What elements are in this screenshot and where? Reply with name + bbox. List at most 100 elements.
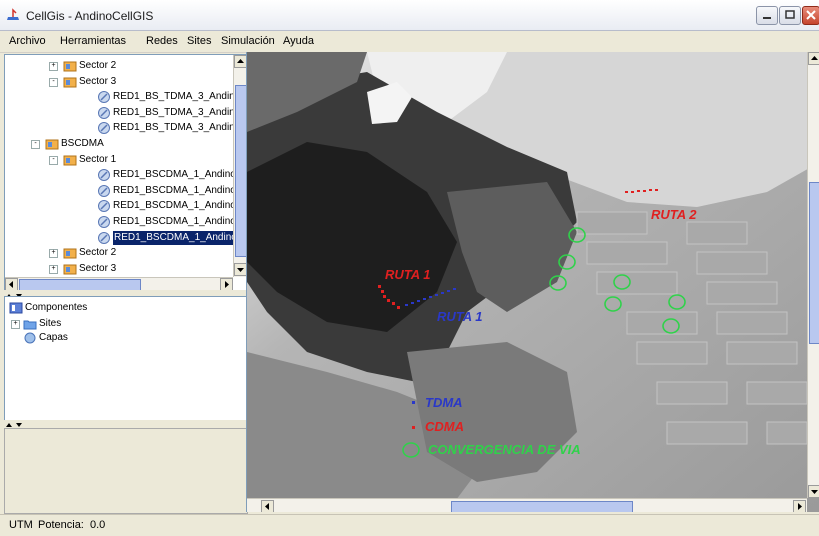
expand-icon[interactable]: + [49, 62, 58, 71]
arrow-up-icon [237, 59, 244, 63]
tree-row-label: Sector 2 [79, 60, 117, 71]
sector-icon [63, 264, 77, 275]
arrow-left-icon [9, 281, 13, 288]
tree-row[interactable]: RED1_BSCDMA_1_AndinoU [5, 215, 243, 229]
sites-label: Sites [39, 318, 62, 329]
map-scroll-down-button[interactable] [808, 485, 819, 498]
map-horizontal-scrollbar[interactable] [247, 498, 807, 512]
tree-row-label: Sector 3 [79, 262, 117, 274]
tree-row-label: RED1_BSCDMA_1_AndinoU [113, 216, 244, 227]
menu-ayuda[interactable]: Ayuda [283, 35, 314, 47]
map-scroll-left-button[interactable] [261, 500, 274, 512]
tree-row-label: Sector 3 [79, 75, 117, 87]
menu-bar: Archivo Herramientas Redes Sites Simulac… [0, 31, 819, 53]
tree-row[interactable]: RED1_BSCDMA_1_AndinoU [5, 184, 243, 198]
components-icon [9, 302, 23, 314]
tree-row[interactable]: RED1_BSCDMA_1_AndinoU [5, 168, 243, 182]
expand-icon[interactable]: + [49, 264, 58, 274]
sector-icon [63, 248, 77, 259]
app-icon [7, 8, 19, 20]
tree-row[interactable]: RED1_BSCDMA_1_AndinoU [5, 230, 246, 245]
menu-sites[interactable]: Sites [187, 35, 211, 47]
collapse-icon[interactable]: - [49, 77, 58, 87]
components-label: Componentes [25, 302, 88, 313]
antenna-icon [98, 184, 110, 197]
map-vertical-scrollbar[interactable] [807, 52, 819, 498]
sector-icon [63, 61, 77, 72]
minimize-icon [763, 17, 771, 19]
tree-row[interactable]: RED1_BSCDMA_1_AndinoU [5, 199, 243, 213]
ruta2-label: RUTA 2 [651, 207, 697, 222]
map-scroll-up-button[interactable] [808, 52, 819, 65]
tree-row-label: Sector 1 [79, 153, 117, 165]
map-vscroll-thumb[interactable] [809, 182, 819, 344]
arrow-down-icon [237, 268, 244, 272]
components-item-capas[interactable]: Capas [9, 331, 239, 345]
map-view[interactable]: RUTA 2 RUTA 1 RUTA 1 TDMA CDMA CONVERGEN… [246, 52, 819, 512]
map-scroll-right-button[interactable] [793, 500, 806, 512]
capas-label: Capas [39, 332, 68, 343]
tree-row-label: Sector 2 [79, 247, 117, 259]
legend-cdma-marker [412, 426, 415, 429]
properties-panel [4, 428, 248, 514]
menu-archivo[interactable]: Archivo [9, 35, 46, 47]
antenna-icon [98, 122, 110, 135]
sector-icon [63, 155, 77, 166]
tree-row-label: RED1_BS_TDMA_3_Andino [113, 122, 241, 134]
potencia-value: 0.0 [90, 519, 106, 531]
expand-sites-icon[interactable]: + [11, 320, 20, 329]
tree-row[interactable]: - Sector 3 [5, 75, 233, 89]
title-bar: CellGis - AndinoCellGIS [0, 0, 819, 31]
tree-row-label: RED1_BSCDMA_1_AndinoU [113, 184, 244, 196]
menu-simulacion[interactable]: Simulación [221, 35, 275, 47]
antenna-icon [98, 91, 110, 104]
tree-row-label: RED1_BSCDMA_1_AndinoU [113, 200, 244, 212]
arrow-left-icon [265, 503, 269, 510]
maximize-button[interactable] [779, 6, 801, 25]
collapse-icon[interactable]: - [49, 155, 58, 165]
tree-row-label: RED1_BSCDMA_1_AndinoU [113, 169, 244, 181]
ruta1-label: RUTA 1 [385, 267, 431, 282]
tree-row[interactable]: + Sector 3 [5, 262, 233, 276]
antenna-icon [98, 200, 110, 213]
components-root[interactable]: Componentes [9, 301, 239, 315]
map-hscroll-thumb[interactable] [451, 501, 633, 512]
status-bar: UTM Potencia: 0.0 [0, 514, 819, 536]
legend-cdma-label: CDMA [425, 419, 464, 434]
collapse-icon[interactable]: - [31, 140, 40, 149]
tree-row[interactable]: RED1_BS_TDMA_3_Andino [5, 90, 240, 104]
tree-row[interactable]: - BSCDMA [5, 137, 233, 151]
projection-status: UTM [9, 519, 33, 531]
menu-redes[interactable]: Redes [146, 35, 178, 47]
tree-row[interactable]: + Sector 2 [5, 246, 233, 260]
arrow-up-icon [811, 56, 818, 60]
network-tree-panel: + Sector 2 - Sector 3 RED1_BS_TDMA_3_Andino R… [4, 54, 248, 292]
tree-vertical-scrollbar[interactable] [233, 55, 247, 277]
close-button[interactable] [802, 6, 819, 25]
close-icon [806, 10, 816, 20]
antenna-icon [98, 231, 110, 244]
layer-icon [24, 332, 36, 344]
tree-horizontal-scrollbar[interactable] [5, 277, 233, 291]
antenna-icon [98, 169, 110, 182]
tree-row[interactable]: RED1_BS_TDMA_3_Andino [5, 106, 240, 120]
arrow-right-icon [798, 503, 802, 510]
legend-tdma-label: TDMA [425, 395, 463, 410]
menu-herramientas[interactable]: Herramientas [60, 35, 126, 47]
tree-row-label: RED1_BSCDMA_1_AndinoU [113, 230, 246, 245]
potencia-label: Potencia: [38, 519, 84, 531]
legend-convergencia-label: CONVERGENCIA DE VIA [428, 442, 581, 457]
tree-row-label: RED1_BS_TDMA_3_Andino [113, 106, 241, 118]
tree-row-label: BSCDMA [61, 138, 104, 149]
expand-icon[interactable]: + [49, 249, 58, 259]
tree-row[interactable]: RED1_BS_TDMA_3_Andino [5, 121, 240, 135]
tree-row[interactable]: + Sector 2 [5, 59, 233, 73]
window-title: CellGis - AndinoCellGIS [26, 9, 154, 23]
minimize-button[interactable] [756, 6, 778, 25]
components-splitter[interactable] [4, 420, 246, 428]
arrow-right-icon [225, 281, 229, 288]
components-item-sites[interactable]: + Sites [9, 317, 239, 331]
tree-row[interactable]: - Sector 1 [5, 153, 233, 167]
antenna-icon [98, 216, 110, 228]
sector-icon [63, 77, 77, 88]
